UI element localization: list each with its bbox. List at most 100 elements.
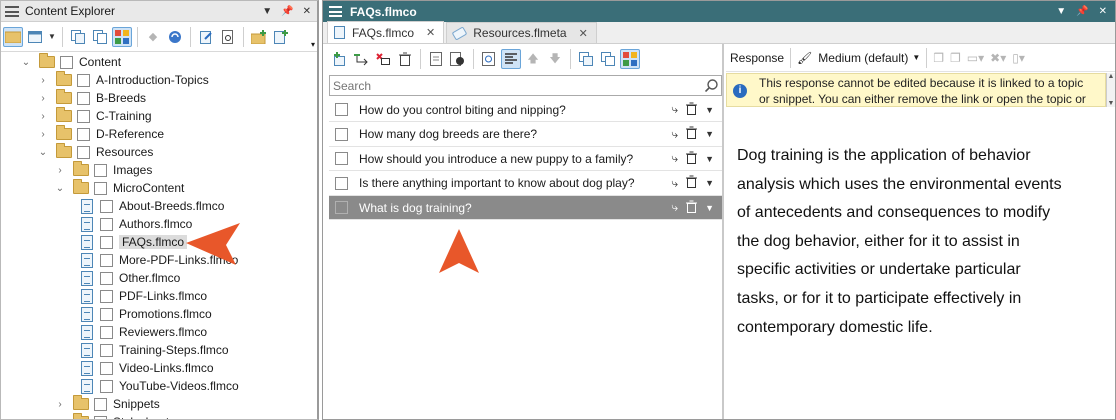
checkbox[interactable] (100, 379, 113, 393)
faq-row[interactable]: How should you introduce a new puppy to … (329, 147, 722, 171)
tree-item[interactable]: › Snippets (55, 395, 160, 413)
trash-icon[interactable] (686, 175, 698, 191)
faq-checkbox[interactable] (335, 103, 348, 116)
tree-item[interactable]: Other.flmco (81, 269, 180, 287)
checkbox[interactable] (94, 163, 107, 177)
close-icon[interactable]: ✕ (1099, 6, 1107, 17)
tree-item[interactable]: ⌄ Resources (38, 143, 153, 161)
open-folder-icon[interactable] (3, 26, 23, 47)
add-file-icon[interactable] (271, 27, 291, 47)
chevron-down-icon[interactable]: ⌄ (55, 183, 65, 194)
checkbox[interactable] (100, 217, 113, 231)
document-icon[interactable]: ▯▾ (1012, 51, 1025, 65)
tree-item[interactable]: › D-Reference (38, 125, 164, 143)
expand-icon[interactable] (576, 49, 596, 69)
preview-icon[interactable] (448, 49, 468, 69)
tree-item[interactable]: › Stylesheets (55, 413, 175, 420)
checkbox[interactable] (100, 271, 113, 285)
chevron-right-icon[interactable]: › (38, 93, 48, 104)
checkbox[interactable] (94, 397, 107, 411)
copy-icon[interactable]: ❐ (933, 51, 944, 65)
tree-item[interactable]: PDF-Links.flmco (81, 287, 207, 305)
link-icon[interactable]: ⤷ (671, 151, 678, 166)
tree-item[interactable]: Video-Links.flmco (81, 359, 214, 377)
close-icon[interactable]: ✕ (303, 6, 311, 17)
grid-view-icon[interactable] (620, 49, 640, 69)
checkbox[interactable] (100, 361, 113, 375)
faq-checkbox[interactable] (335, 201, 348, 214)
link-icon[interactable]: ⤷ (671, 176, 678, 191)
sync-icon[interactable] (165, 27, 185, 47)
new-folder-icon[interactable] (249, 27, 269, 47)
collapse-icon[interactable] (598, 49, 618, 69)
chevron-down-icon[interactable]: ▼ (705, 129, 714, 139)
tree-item[interactable]: YouTube-Videos.flmco (81, 377, 239, 395)
copy-icon[interactable] (68, 27, 88, 47)
toolbar-overflow-icon[interactable]: ▾ (311, 40, 315, 49)
bind-icon[interactable]: ◆ (143, 27, 163, 47)
checkbox[interactable] (77, 73, 90, 87)
checkbox[interactable] (100, 307, 113, 321)
trash-icon[interactable] (686, 126, 698, 142)
search-input[interactable] (333, 78, 701, 93)
faq-row[interactable]: Is there anything important to know abou… (329, 172, 722, 196)
link-icon[interactable]: ⤷ (671, 127, 678, 142)
duplicate-icon[interactable] (90, 27, 110, 47)
tree-item[interactable]: ⌄ Content (21, 53, 121, 71)
checkbox[interactable] (100, 325, 113, 339)
image-icon[interactable]: ▭▾ (967, 51, 984, 65)
tab-resources[interactable]: Resources.flmeta ✕ (446, 22, 597, 43)
checkbox[interactable] (60, 55, 73, 69)
tab-faqs[interactable]: FAQs.flmco ✕ (327, 21, 445, 43)
close-tab-icon[interactable]: ✕ (426, 26, 435, 39)
view-icon[interactable] (25, 27, 45, 47)
grid-view-icon[interactable] (112, 26, 132, 47)
find-icon[interactable] (479, 49, 499, 69)
chevron-down-icon[interactable]: ▼ (705, 105, 714, 115)
link-icon[interactable]: ⤷ (671, 102, 678, 117)
tree-item[interactable]: › Images (55, 161, 152, 179)
chevron-down-icon[interactable]: ▼ (47, 27, 57, 47)
checkbox[interactable] (94, 415, 107, 419)
checkbox[interactable] (100, 235, 113, 249)
pin-icon[interactable]: 📌 (281, 6, 293, 17)
chevron-right-icon[interactable]: › (55, 417, 65, 420)
trash-icon[interactable] (686, 102, 698, 118)
paste-icon[interactable]: ❐ (950, 51, 961, 65)
response-body[interactable]: Dog training is the application of behav… (737, 142, 1087, 342)
chevron-down-icon[interactable]: ▼ (705, 203, 714, 213)
checkbox[interactable] (77, 91, 90, 105)
checkbox[interactable] (100, 289, 113, 303)
faq-checkbox[interactable] (335, 176, 348, 190)
align-left-icon[interactable] (501, 49, 521, 69)
chevron-down-icon[interactable]: ▼ (705, 178, 714, 188)
pin-icon[interactable]: 📌 (1076, 6, 1088, 17)
add-question-icon[interactable] (329, 49, 349, 69)
checkbox[interactable] (100, 343, 113, 357)
trash-icon[interactable] (686, 151, 698, 167)
chevron-right-icon[interactable]: › (38, 111, 48, 122)
close-tab-icon[interactable]: ✕ (579, 27, 588, 40)
tree-item[interactable]: ⌄ MicroContent (55, 179, 184, 197)
preview-icon[interactable] (218, 27, 238, 47)
publish-icon[interactable] (196, 27, 216, 47)
faq-checkbox[interactable] (335, 127, 348, 141)
brush-icon[interactable]: 🖌 (797, 51, 812, 65)
response-size-dropdown[interactable]: Medium (default) ▼ (818, 51, 920, 65)
chevron-down-icon[interactable]: ⌄ (21, 57, 31, 68)
search-icon[interactable] (701, 79, 721, 92)
link-icon[interactable] (351, 49, 371, 69)
chevron-down-icon[interactable]: ⌄ (38, 147, 48, 158)
dropdown-arrow-icon[interactable]: ▼ (262, 6, 272, 17)
info-scrollbar[interactable]: ▲ ▼ (1106, 73, 1115, 107)
checkbox[interactable] (100, 253, 113, 267)
faq-row[interactable]: How many dog breeds are there? ⤷ ▼ (329, 123, 722, 147)
faq-row[interactable]: What is dog training? ⤷ ▼ (329, 196, 722, 220)
trash-icon[interactable] (395, 49, 415, 69)
tree-item[interactable]: Authors.flmco (81, 215, 192, 233)
menu-icon[interactable] (329, 6, 342, 17)
faq-checkbox[interactable] (335, 152, 348, 165)
chevron-right-icon[interactable]: › (38, 129, 48, 140)
tree-item[interactable]: › C-Training (38, 107, 152, 125)
tree-item[interactable]: FAQs.flmco (81, 233, 188, 251)
